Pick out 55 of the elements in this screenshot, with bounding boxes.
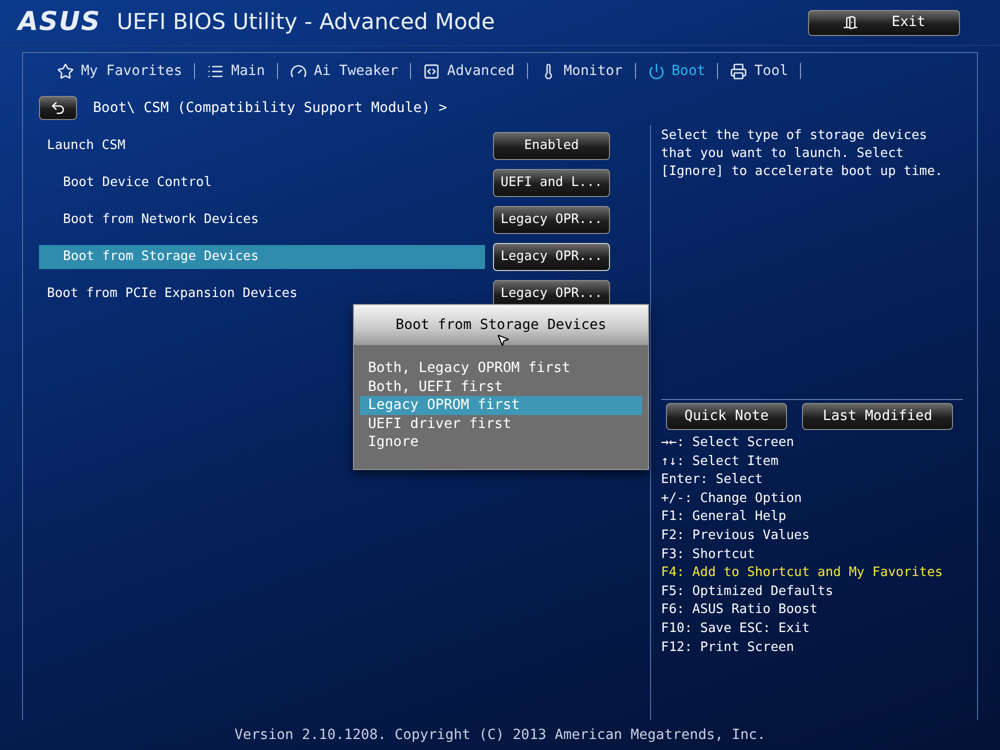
key-hint: F5: Optimized Defaults — [661, 582, 834, 601]
back-button[interactable] — [39, 96, 77, 120]
power-icon — [648, 62, 665, 80]
key-hint: F2: Previous Values — [661, 526, 811, 545]
tab[interactable]: Monitor — [536, 60, 627, 82]
door-icon — [842, 15, 858, 30]
cursor-icon — [496, 333, 510, 347]
setting-value-button[interactable]: Legacy OPR... — [493, 242, 610, 270]
key-hint: F12: Print Screen — [661, 638, 796, 657]
popup-option[interactable]: Both, Legacy OPROM first — [360, 359, 642, 378]
tab[interactable]: Advanced — [419, 60, 519, 82]
setting-row[interactable]: Boot Device Control — [39, 170, 485, 194]
setting-row[interactable]: Boot from Network Devices — [39, 208, 485, 232]
breadcrumb: Boot\ CSM (Compatibility Support Module) > — [93, 98, 448, 118]
panel-icon — [423, 62, 440, 80]
star-icon — [57, 62, 74, 80]
key-hint: →←: Select Screen — [661, 434, 796, 452]
setting-value-button[interactable]: Enabled — [493, 132, 610, 160]
setting-row[interactable]: Launch CSM — [39, 134, 485, 158]
setting-label: Launch CSM — [47, 136, 126, 155]
tab[interactable]: Ai Tweaker — [286, 60, 402, 82]
printer-icon — [730, 62, 748, 80]
popup-option[interactable]: UEFI driver first — [360, 414, 642, 433]
setting-row[interactable]: Boot from PCIe Expansion Devices — [39, 282, 485, 306]
window-title: UEFI BIOS Utility - Advanced Mode — [116, 9, 495, 37]
key-hint: F6: ASUS Ratio Boost — [661, 601, 819, 620]
setting-value-button[interactable]: UEFI and L... — [493, 168, 610, 196]
logo: ASUS — [18, 6, 101, 39]
tab[interactable]: Boot — [644, 60, 710, 82]
key-hint: F1: General Help — [661, 508, 788, 526]
panel-button[interactable]: Quick Note — [666, 403, 787, 430]
key-hint: Enter: Select — [661, 471, 764, 490]
key-hint: ↑↓: Select Item — [661, 452, 780, 471]
setting-label: Boot Device Control — [63, 174, 212, 192]
tab[interactable]: My Favorites — [53, 60, 186, 82]
tab[interactable]: Main — [203, 60, 269, 82]
version-footer: Version 2.10.1208. Copyright (C) 2013 American Megatrends, Inc. — [234, 724, 766, 746]
key-hint: F4: Add to Shortcut and My Favorites — [661, 564, 944, 582]
tab[interactable]: Tool — [726, 60, 792, 82]
key-hint: +/-: Change Option — [661, 490, 803, 508]
key-hint: F10: Save ESC: Exit — [661, 620, 811, 638]
gauge-icon — [290, 62, 307, 80]
setting-row[interactable]: Boot from Storage Devices — [39, 244, 485, 268]
setting-value-button[interactable]: Legacy OPR... — [493, 206, 610, 234]
back-arrow-icon — [50, 100, 66, 116]
setting-label: Boot from PCIe Expansion Devices — [47, 284, 298, 303]
setting-label: Boot from Storage Devices — [63, 248, 259, 266]
setting-label: Boot from Network Devices — [63, 210, 259, 229]
key-hint: F3: Shortcut — [661, 546, 756, 564]
panel-button[interactable]: Last Modified — [802, 403, 953, 430]
exit-button[interactable]: Exit — [808, 10, 960, 36]
popup-option[interactable]: Both, UEFI first — [360, 378, 642, 396]
popup-option[interactable]: Ignore — [360, 433, 642, 452]
popup-title: Boot from Storage Devices — [396, 316, 606, 334]
help-description: Select the type of storage devices that you want to launch. Select [Ignore] to accelerate boot up time. — [661, 127, 944, 181]
